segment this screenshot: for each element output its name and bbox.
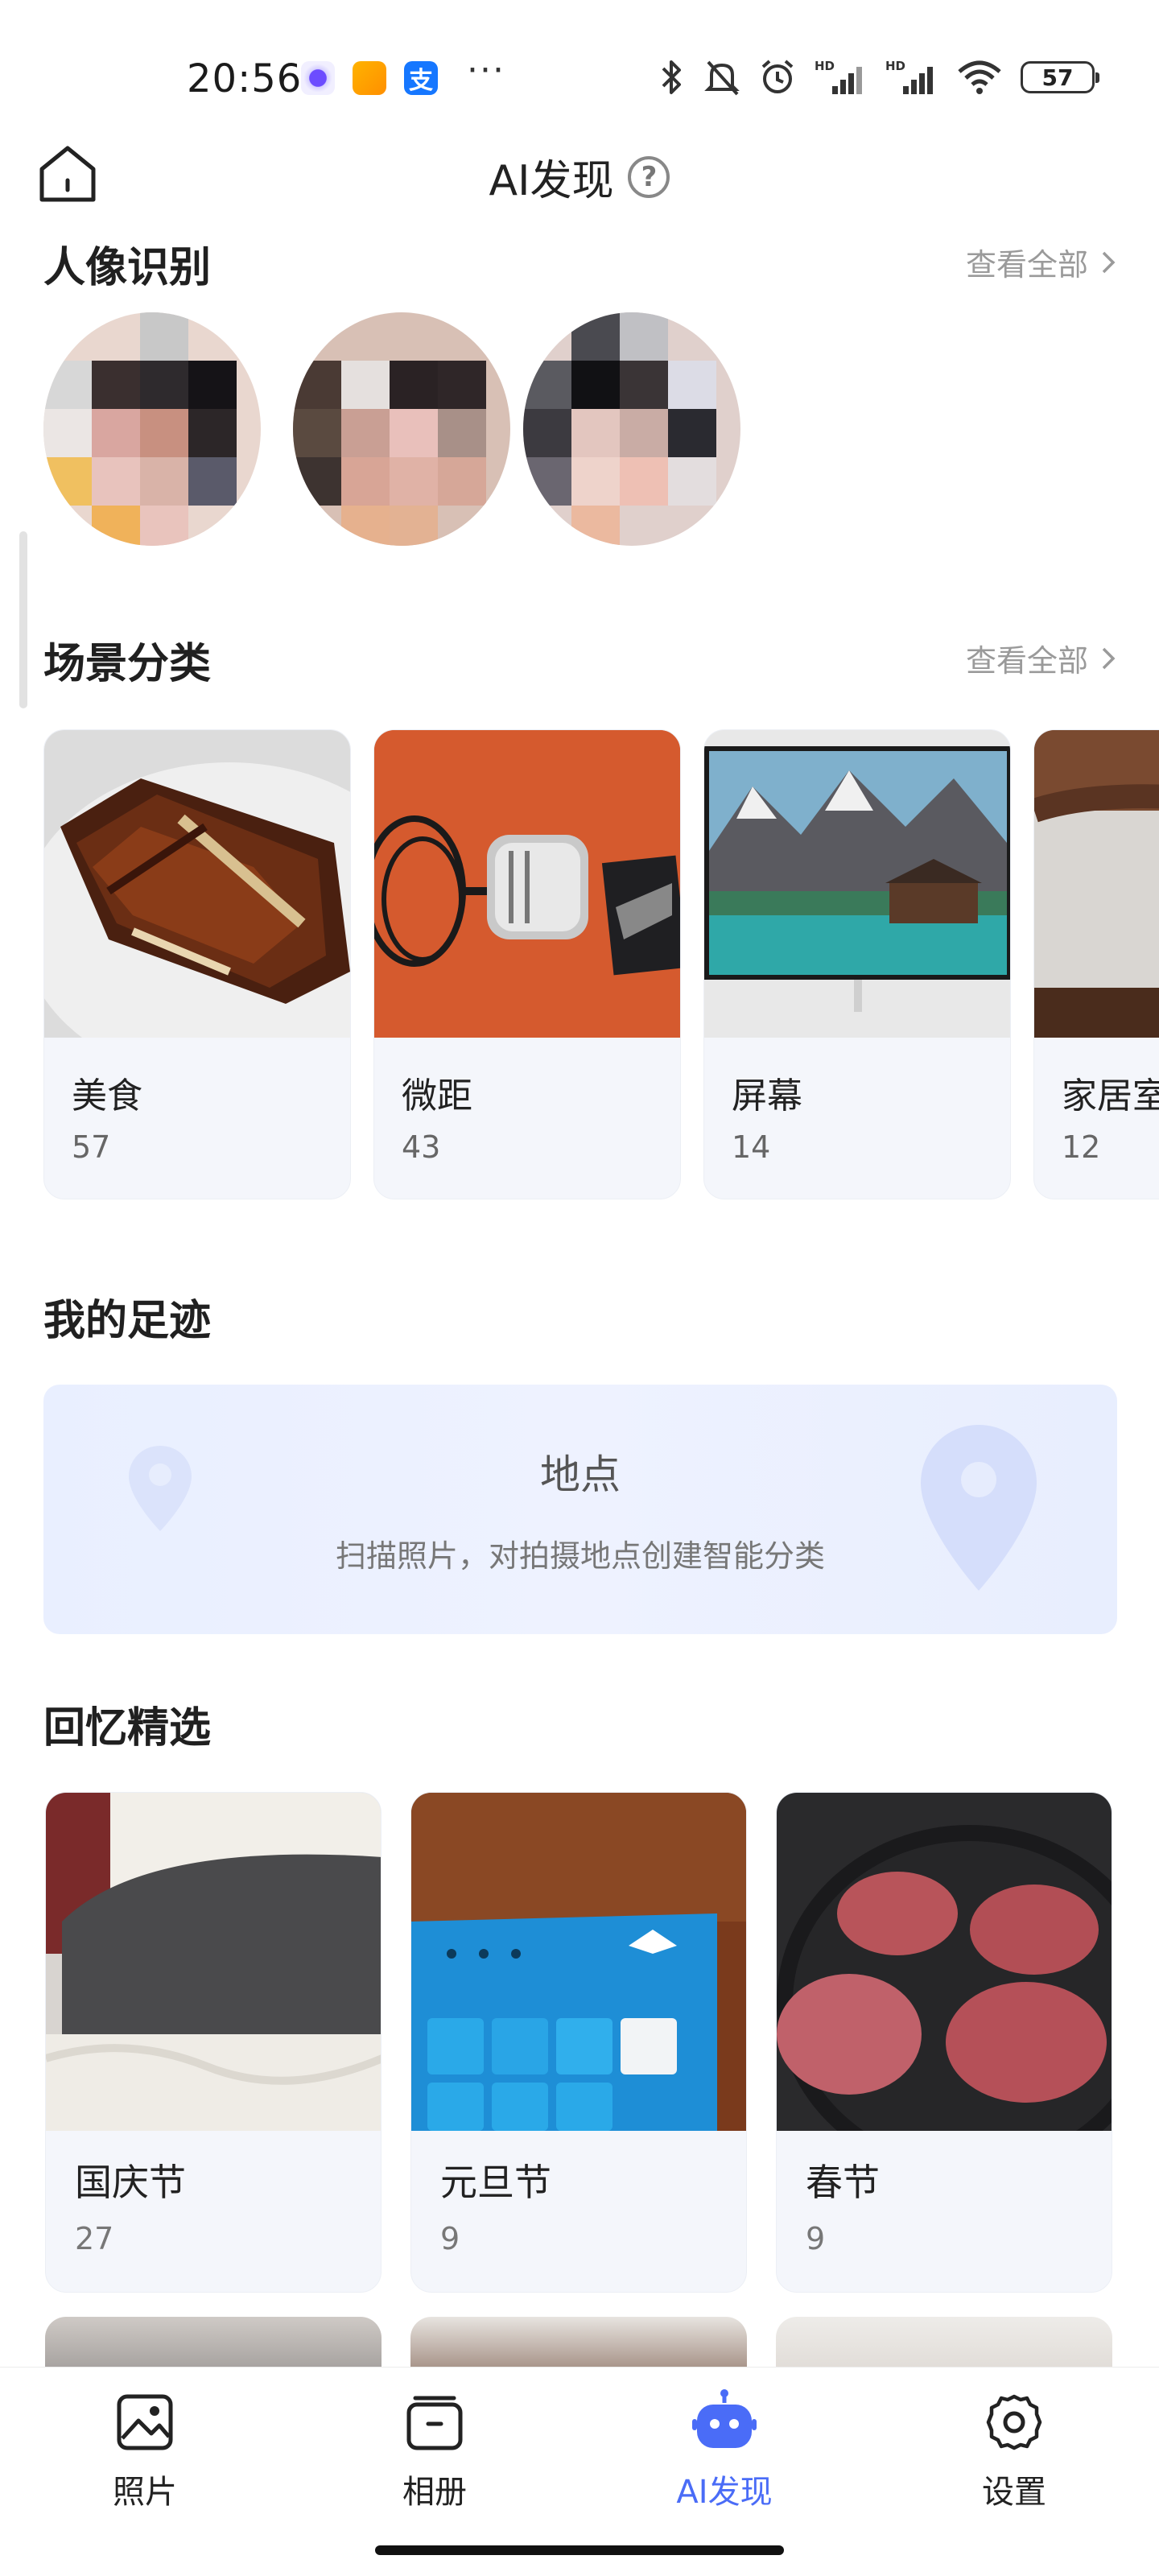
- scene-name: 屏幕: [732, 1075, 802, 1117]
- scene-thumbnail: [1034, 730, 1159, 1038]
- portrait-see-all-link[interactable]: 查看全部: [966, 240, 1116, 284]
- bluetooth-icon: [662, 60, 681, 94]
- wifi-icon: [958, 60, 1001, 94]
- memory-thumbnail: [411, 1793, 746, 2131]
- nav-label: 设置: [982, 2474, 1046, 2511]
- nav-label: 照片: [113, 2474, 177, 2511]
- scene-count: 43: [402, 1129, 441, 1165]
- scene-card-food[interactable]: 美食 57: [43, 729, 351, 1199]
- location-card-title: 地点: [540, 1451, 621, 1498]
- status-time: 20:56: [187, 56, 303, 101]
- memory-count: 27: [75, 2221, 114, 2256]
- album-icon: [401, 2388, 468, 2456]
- svg-text:HD: HD: [815, 59, 835, 73]
- mute-icon: [704, 60, 740, 96]
- alipay-icon: 支: [404, 61, 438, 95]
- scene-thumbnail: [374, 730, 680, 1038]
- scene-count: 57: [72, 1129, 111, 1165]
- status-bar: 20:56 支 ··· HD HD 57: [0, 0, 1159, 153]
- bottom-navigation: 照片 相册 AI发现 设置: [0, 2367, 1159, 2576]
- chevron-right-icon: [1102, 647, 1116, 669]
- page-title: AI发现: [489, 157, 614, 205]
- scene-count: 12: [1062, 1129, 1101, 1165]
- memory-name: 元旦节: [440, 2161, 551, 2204]
- scenes-section-title: 场景分类: [43, 640, 212, 688]
- memory-count: 9: [440, 2221, 460, 2256]
- nav-item-ai-discover[interactable]: AI发现: [644, 2388, 805, 2512]
- memory-name: 国庆节: [75, 2161, 186, 2204]
- battery-level: 57: [1041, 64, 1074, 91]
- app-header: AI发现 ?: [0, 137, 1159, 233]
- app-notification-icon: [353, 61, 386, 95]
- location-card-subtitle: 扫描照片，对拍摄地点创建智能分类: [335, 1538, 825, 1574]
- nav-label: AI发现: [676, 2474, 773, 2511]
- scene-name: 家居室: [1062, 1075, 1159, 1117]
- hd-signal-icon: HD: [885, 59, 933, 94]
- battery-indicator: 57: [1021, 61, 1099, 93]
- nav-item-photos[interactable]: 照片: [64, 2388, 225, 2512]
- more-notifications-icon: ···: [467, 50, 505, 91]
- memory-thumbnail: [777, 1793, 1112, 2131]
- see-all-label: 查看全部: [965, 247, 1088, 283]
- scene-category-list[interactable]: 美食 57 微距 43 屏幕 14 家居室 12: [43, 729, 1159, 1199]
- svg-text:HD: HD: [885, 59, 905, 73]
- face-avatar[interactable]: [523, 312, 740, 546]
- scene-count: 14: [732, 1129, 771, 1165]
- face-avatar[interactable]: [293, 312, 510, 546]
- app-notification-icon: [301, 61, 335, 95]
- scene-card-home[interactable]: 家居室 12: [1033, 729, 1159, 1199]
- memory-count: 9: [806, 2221, 826, 2256]
- photo-icon: [111, 2388, 179, 2456]
- location-card[interactable]: 地点 扫描照片，对拍摄地点创建智能分类: [43, 1385, 1117, 1634]
- robot-icon: [691, 2388, 758, 2456]
- scenes-see-all-link[interactable]: 查看全部: [966, 636, 1116, 680]
- hd-signal-icon: HD: [815, 59, 862, 94]
- memory-card-new-year[interactable]: 元旦节 9: [410, 1792, 747, 2293]
- scene-card-screen[interactable]: 屏幕 14: [703, 729, 1011, 1199]
- alarm-icon: [761, 60, 794, 93]
- home-indicator[interactable]: [375, 2545, 784, 2555]
- nav-label: 相册: [402, 2474, 467, 2511]
- scene-name: 微距: [402, 1075, 472, 1117]
- scene-thumbnail: [44, 730, 350, 1038]
- scene-card-macro[interactable]: 微距 43: [373, 729, 681, 1199]
- scene-name: 美食: [72, 1075, 142, 1117]
- nav-item-settings[interactable]: 设置: [934, 2388, 1095, 2512]
- chevron-right-icon: [1102, 251, 1116, 273]
- memory-card-spring-festival[interactable]: 春节 9: [776, 1792, 1112, 2293]
- scroll-indicator[interactable]: [19, 531, 27, 708]
- memory-name: 春节: [806, 2161, 880, 2204]
- memory-thumbnail: [46, 1793, 381, 2131]
- portrait-section-title: 人像识别: [43, 244, 212, 292]
- face-avatar[interactable]: [43, 312, 261, 546]
- see-all-label: 查看全部: [965, 643, 1088, 679]
- scene-thumbnail: [704, 730, 1010, 1038]
- memories-section-title: 回忆精选: [43, 1704, 212, 1752]
- help-icon[interactable]: ?: [628, 155, 670, 198]
- gear-icon: [980, 2388, 1048, 2456]
- nav-item-albums[interactable]: 相册: [354, 2388, 515, 2512]
- footprint-section-title: 我的足迹: [43, 1297, 212, 1345]
- memory-card-national-day[interactable]: 国庆节 27: [45, 1792, 382, 2293]
